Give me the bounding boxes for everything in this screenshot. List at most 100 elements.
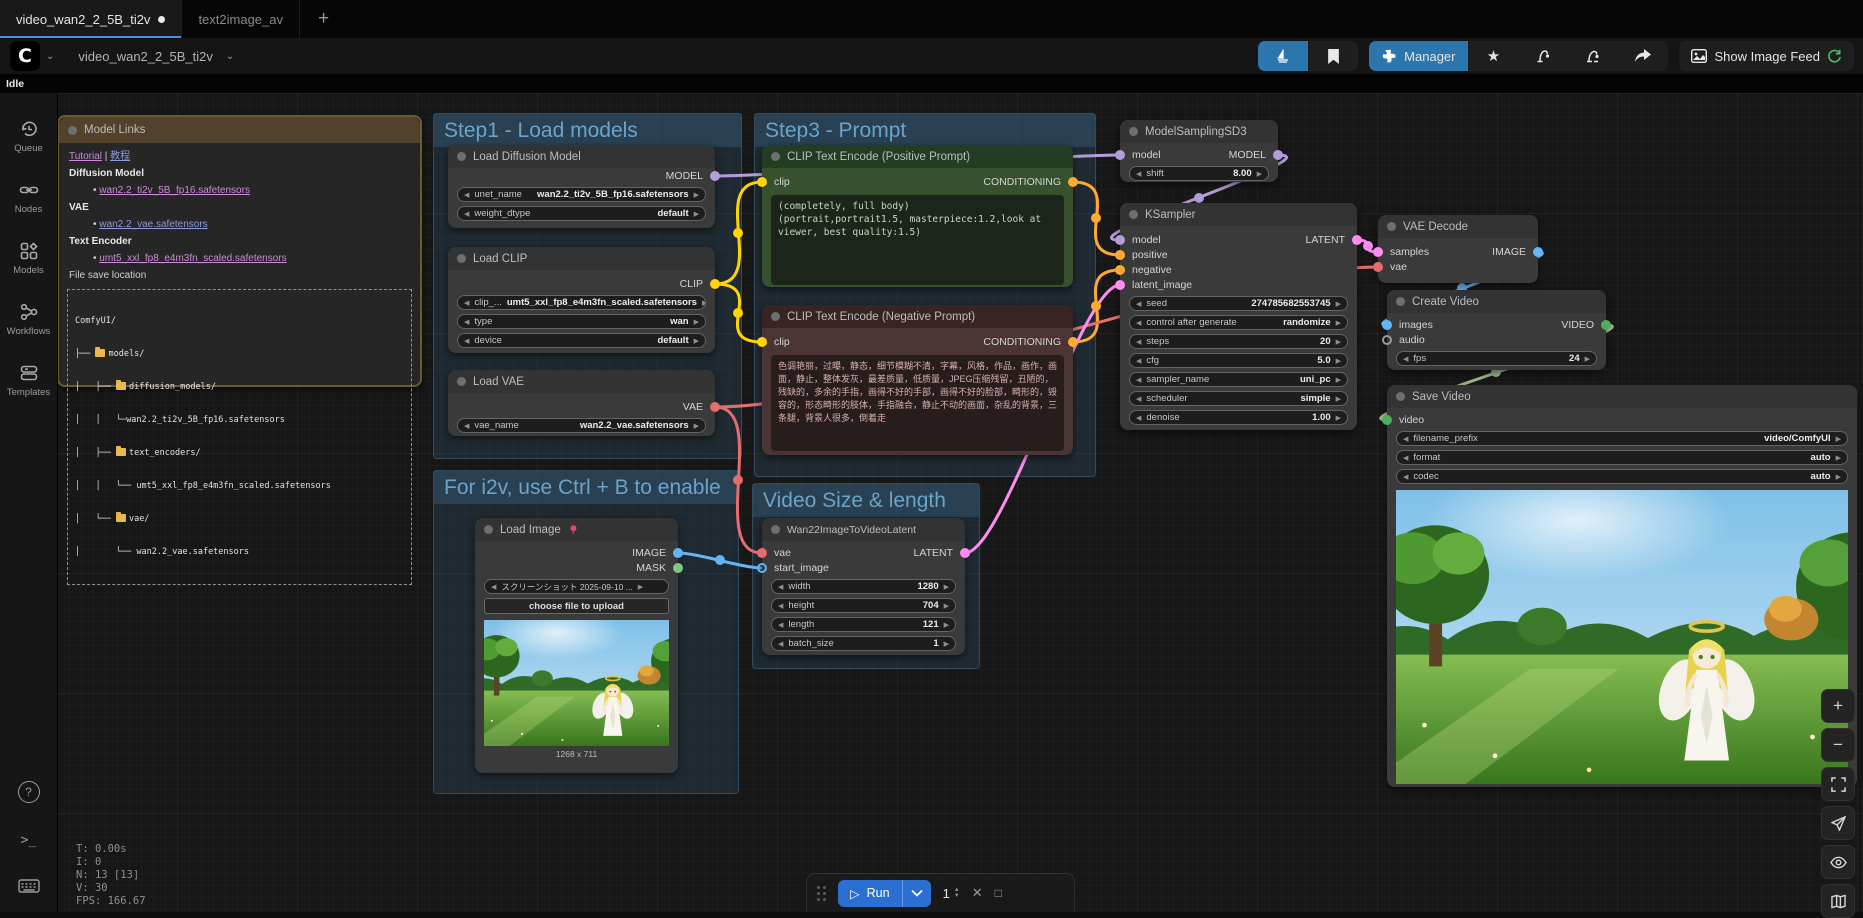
widget-shift[interactable]: shift8.00 — [1129, 166, 1269, 181]
bookmark-button[interactable] — [1308, 41, 1358, 71]
collapse-dot[interactable] — [457, 152, 466, 161]
node-create-video[interactable]: Create Video images VIDEO audio fps24 — [1387, 290, 1606, 370]
clear-queue-button[interactable]: ✕ — [972, 885, 983, 901]
widget-fps[interactable]: fps24 — [1396, 351, 1597, 366]
node-load-diffusion-model[interactable]: Load Diffusion Model MODEL unet_namewan2… — [448, 145, 715, 228]
sidebar-item-nodes[interactable]: Nodes — [0, 180, 57, 215]
collapse-dot[interactable] — [1387, 222, 1396, 231]
upload-button[interactable]: choose file to upload — [484, 598, 669, 614]
zoom-in-button[interactable]: + — [1821, 689, 1855, 723]
input-slot-vae[interactable] — [1373, 262, 1383, 272]
input-slot-video[interactable] — [1382, 415, 1392, 425]
diffusion-model-link[interactable]: wan2.2_ti2v_5B_fp16.safetensors — [99, 185, 250, 196]
drag-handle[interactable] — [817, 886, 826, 901]
output-slot-conditioning[interactable] — [1068, 177, 1078, 187]
new-tab-button[interactable]: + — [300, 0, 347, 38]
widget-sampler-name[interactable]: sampler_nameuni_pc — [1129, 372, 1348, 387]
show-image-feed-button[interactable]: Show Image Feed — [1679, 41, 1854, 71]
tab-text2image[interactable]: text2image_av — [182, 0, 300, 38]
output-slot-mask[interactable] — [673, 563, 683, 573]
output-slot-model[interactable] — [1273, 150, 1283, 160]
sidebar-item-workflows[interactable]: Workflows — [0, 302, 57, 337]
widget-control-after-generate[interactable]: control after generaterandomize — [1129, 315, 1348, 330]
node-model-links[interactable]: Model Links Tutorial | 教程 Diffusion Mode… — [57, 115, 422, 387]
widget-weight-dtype[interactable]: weight_dtypedefault — [457, 206, 706, 221]
zoom-out-button[interactable]: − — [1821, 728, 1855, 762]
select-mode-button[interactable] — [1821, 806, 1855, 840]
node-load-image[interactable]: Load Image IMAGE MASK スクリーンショット 2025-09-… — [475, 518, 678, 773]
manager-button[interactable]: Manager — [1369, 41, 1468, 71]
collapse-dot[interactable] — [457, 377, 466, 386]
collapse-dot[interactable] — [457, 254, 466, 263]
keyboard-icon[interactable] — [18, 878, 40, 894]
collapse-dot[interactable] — [1396, 297, 1405, 306]
widget-height[interactable]: height704 — [771, 598, 956, 613]
output-slot-vae[interactable] — [710, 402, 720, 412]
input-slot-clip[interactable] — [757, 177, 767, 187]
group-step3-title[interactable]: Step3 - Prompt — [755, 114, 1095, 147]
output-slot-conditioning[interactable] — [1068, 337, 1078, 347]
widget-batch-size[interactable]: batch_size1 — [771, 636, 956, 651]
widget-denoise[interactable]: denoise1.00 — [1129, 410, 1348, 425]
widget-type[interactable]: typewan — [457, 314, 706, 329]
input-slot-vae[interactable] — [757, 548, 767, 558]
extension-button-b[interactable] — [1568, 41, 1618, 71]
node-clip-encode-positive[interactable]: CLIP Text Encode (Positive Prompt) clip … — [762, 145, 1073, 287]
node-model-sampling-sd3[interactable]: ModelSamplingSD3 model MODEL shift8.00 — [1120, 120, 1278, 182]
output-slot-latent[interactable] — [960, 548, 970, 558]
tutorial-link-zh[interactable]: 教程 — [110, 151, 130, 162]
chevron-down-icon[interactable]: ⌄ — [46, 51, 54, 62]
node-ksampler[interactable]: KSampler model LATENT positive negative … — [1120, 203, 1357, 430]
input-slot-audio[interactable] — [1382, 335, 1392, 345]
widget-format[interactable]: formatauto — [1396, 450, 1848, 465]
decrement-icon[interactable]: ▼ — [954, 893, 960, 899]
output-slot-clip[interactable] — [710, 279, 720, 289]
collapse-dot[interactable] — [771, 312, 780, 321]
widget-device[interactable]: devicedefault — [457, 333, 706, 348]
widget-scheduler[interactable]: schedulersimple — [1129, 391, 1348, 406]
input-slot-model[interactable] — [1115, 235, 1125, 245]
collapse-dot[interactable] — [1129, 127, 1138, 136]
widget-cfg[interactable]: cfg5.0 — [1129, 353, 1348, 368]
input-slot-positive[interactable] — [1115, 250, 1125, 260]
collapse-dot[interactable] — [1396, 392, 1405, 401]
collapse-dot[interactable] — [1129, 210, 1138, 219]
toggle-link-visibility-button[interactable] — [1821, 845, 1855, 879]
input-slot-latent-image[interactable] — [1115, 280, 1125, 290]
image-preview[interactable] — [484, 620, 669, 746]
minimap-button[interactable] — [1821, 884, 1855, 918]
collapse-dot[interactable] — [771, 525, 780, 534]
widget-codec[interactable]: codecauto — [1396, 469, 1848, 484]
output-slot-model[interactable] — [710, 171, 720, 181]
widget-width[interactable]: width1280 — [771, 579, 956, 594]
sidebar-item-queue[interactable]: Queue — [0, 119, 57, 154]
group-i2v-title[interactable]: For i2v, use Ctrl + B to enable — [434, 471, 738, 504]
workflow-name[interactable]: video_wan2_2_5B_ti2v ⌄ — [78, 49, 240, 64]
output-slot-image[interactable] — [673, 548, 683, 558]
group-step1-title[interactable]: Step1 - Load models — [434, 114, 741, 147]
share-button[interactable] — [1618, 41, 1668, 71]
node-save-video[interactable]: Save Video video filename_prefixvideo/Co… — [1387, 385, 1857, 787]
node-load-vae[interactable]: Load VAE VAE vae_namewan2.2_vae.safetens… — [448, 370, 715, 436]
input-slot-clip[interactable] — [757, 337, 767, 347]
star-button[interactable]: ★ — [1468, 41, 1518, 71]
comfyui-logo[interactable]: C — [10, 41, 40, 71]
video-preview[interactable] — [1396, 490, 1848, 784]
fit-view-button[interactable] — [1821, 767, 1855, 801]
widget-unet-name[interactable]: unet_namewan2.2_ti2v_5B_fp16.safetensors — [457, 187, 706, 202]
terminal-button[interactable]: >_ — [21, 833, 37, 848]
output-slot-image[interactable] — [1533, 247, 1543, 257]
group-video-size-title[interactable]: Video Size & length — [753, 484, 979, 517]
collapse-dot[interactable] — [68, 126, 77, 135]
input-slot-model[interactable] — [1115, 150, 1125, 160]
widget-seed[interactable]: seed274785682553745 — [1129, 296, 1348, 311]
extension-button-a[interactable] — [1518, 41, 1568, 71]
widget-length[interactable]: length121 — [771, 617, 956, 632]
widget-vae-name[interactable]: vae_namewan2.2_vae.safetensors — [457, 418, 706, 433]
run-options-button[interactable] — [902, 880, 931, 907]
text-encoder-link[interactable]: umt5_xxl_fp8_e4m3fn_scaled.safetensors — [99, 253, 286, 264]
positive-prompt-textarea[interactable]: (completely, full body) (portrait,portra… — [771, 195, 1064, 285]
input-slot-start-image[interactable] — [757, 563, 767, 573]
output-slot-video[interactable] — [1601, 320, 1611, 330]
widget-image-select[interactable]: スクリーンショット 2025-09-10 ... — [484, 579, 669, 594]
